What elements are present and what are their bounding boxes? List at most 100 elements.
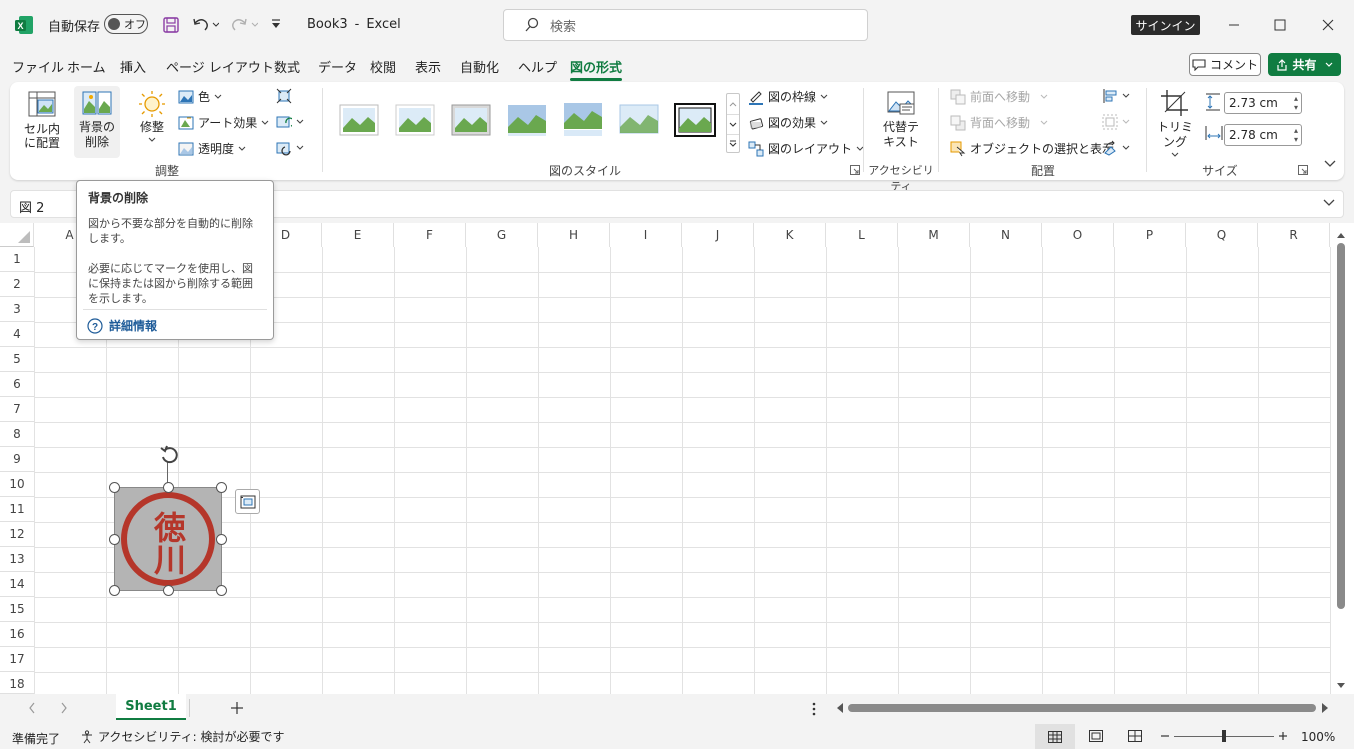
- color-button[interactable]: 色: [178, 88, 222, 105]
- minimize-button[interactable]: [1211, 8, 1257, 42]
- row-header[interactable]: 14: [0, 572, 34, 597]
- layout-options-button[interactable]: [235, 489, 260, 514]
- column-header[interactable]: P: [1114, 223, 1186, 247]
- rotate-button[interactable]: [1102, 140, 1130, 156]
- tab-file[interactable]: ファイル: [12, 57, 64, 76]
- scroll-down-icon[interactable]: [1337, 683, 1345, 689]
- picture-style-1[interactable]: [338, 103, 380, 137]
- selection-pane-button[interactable]: オブジェクトの選択と表示: [950, 140, 1114, 157]
- row-header[interactable]: 4: [0, 322, 34, 347]
- resize-handle[interactable]: [216, 482, 227, 493]
- customize-qat-icon[interactable]: [270, 17, 282, 31]
- column-header[interactable]: N: [970, 223, 1042, 247]
- column-header[interactable]: J: [682, 223, 754, 247]
- comment-button[interactable]: コメント: [1189, 53, 1261, 76]
- picture-style-5[interactable]: [562, 103, 604, 137]
- picture-style-4[interactable]: [506, 103, 548, 137]
- undo-icon[interactable]: [191, 15, 219, 33]
- row-header[interactable]: 16: [0, 622, 34, 647]
- close-button[interactable]: [1305, 8, 1351, 42]
- zoom-out-icon[interactable]: [1160, 730, 1170, 742]
- zoom-slider-thumb[interactable]: [1222, 730, 1226, 742]
- gallery-scroll[interactable]: [726, 93, 740, 153]
- column-header[interactable]: I: [610, 223, 682, 247]
- height-spinner-icon[interactable]: ▴ ▾: [1294, 94, 1298, 112]
- resize-handle[interactable]: [216, 585, 227, 596]
- resize-handle[interactable]: [109, 482, 120, 493]
- column-header[interactable]: Q: [1186, 223, 1258, 247]
- width-spinner-icon[interactable]: ▴ ▾: [1294, 126, 1298, 144]
- crop-button[interactable]: トリミング: [1152, 86, 1198, 157]
- resize-handle[interactable]: [163, 585, 174, 596]
- picture-style-2[interactable]: [394, 103, 436, 137]
- tab-view[interactable]: 表示: [415, 57, 441, 76]
- collapse-ribbon-icon[interactable]: [1324, 160, 1336, 168]
- select-all-corner[interactable]: [0, 223, 34, 247]
- column-header[interactable]: R: [1258, 223, 1330, 247]
- picture-effects-button[interactable]: 図の効果: [748, 114, 828, 131]
- sheet-tab-active[interactable]: Sheet1: [116, 694, 186, 720]
- normal-view-button[interactable]: [1035, 724, 1075, 749]
- hscroll-right-icon[interactable]: [1321, 703, 1329, 713]
- resize-handle[interactable]: [109, 534, 120, 545]
- save-icon[interactable]: [162, 16, 180, 34]
- row-header[interactable]: 3: [0, 297, 34, 322]
- signin-button[interactable]: サインイン: [1131, 15, 1200, 35]
- vertical-scrollbar[interactable]: [1334, 229, 1348, 694]
- place-in-cell-button[interactable]: セル内 に配置: [18, 86, 66, 156]
- autosave-toggle[interactable]: オフ: [104, 14, 148, 34]
- width-field[interactable]: 2.78 cm ▴ ▾: [1224, 124, 1302, 146]
- remove-background-button[interactable]: 背景の 削除: [74, 86, 120, 158]
- column-header[interactable]: L: [826, 223, 898, 247]
- row-header[interactable]: 9: [0, 447, 34, 472]
- tab-automate[interactable]: 自動化: [460, 57, 499, 76]
- column-header[interactable]: H: [538, 223, 610, 247]
- zoom-in-icon[interactable]: [1278, 730, 1288, 742]
- group-objects-button[interactable]: [1102, 114, 1130, 130]
- tab-data[interactable]: データ: [318, 57, 357, 76]
- picture-border-button[interactable]: 図の枠線: [748, 88, 828, 105]
- gallery-up-icon[interactable]: [727, 94, 739, 114]
- column-header[interactable]: K: [754, 223, 826, 247]
- page-layout-view-icon[interactable]: [1089, 730, 1103, 742]
- horizontal-scroll-thumb[interactable]: [848, 704, 1316, 712]
- zoom-level[interactable]: 100%: [1301, 730, 1335, 744]
- gallery-more-icon[interactable]: [727, 134, 739, 152]
- rotate-handle-icon[interactable]: [158, 445, 180, 465]
- height-field[interactable]: 2.73 cm ▴ ▾: [1224, 92, 1302, 114]
- tab-review[interactable]: 校閲: [370, 57, 396, 76]
- row-header[interactable]: 11: [0, 497, 34, 522]
- row-header[interactable]: 8: [0, 422, 34, 447]
- row-header[interactable]: 10: [0, 472, 34, 497]
- search-box[interactable]: 検索: [503, 9, 868, 41]
- styles-launcher-icon[interactable]: [850, 165, 860, 175]
- seal-picture[interactable]: 徳川: [114, 487, 222, 591]
- send-backward-button[interactable]: 背面へ移動: [950, 114, 1048, 131]
- bring-forward-button[interactable]: 前面へ移動: [950, 88, 1048, 105]
- alt-text-button[interactable]: 代替テ キスト: [876, 86, 926, 156]
- row-header[interactable]: 6: [0, 372, 34, 397]
- tab-help[interactable]: ヘルプ: [518, 57, 557, 76]
- row-header[interactable]: 17: [0, 647, 34, 672]
- row-header[interactable]: 18: [0, 672, 34, 694]
- next-sheet-icon[interactable]: [60, 702, 68, 714]
- gallery-down-icon[interactable]: [727, 114, 739, 134]
- hscroll-left-icon[interactable]: [836, 703, 844, 713]
- tab-page-layout[interactable]: ページ レイアウト: [166, 57, 274, 76]
- column-header[interactable]: M: [898, 223, 970, 247]
- share-button[interactable]: 共有: [1268, 53, 1341, 76]
- picture-style-3[interactable]: [450, 103, 492, 137]
- page-break-view-icon[interactable]: [1128, 730, 1142, 742]
- row-header[interactable]: 2: [0, 272, 34, 297]
- transparency-button[interactable]: 透明度: [178, 140, 246, 157]
- tooltip-learn-more-link[interactable]: ? 詳細情報: [87, 317, 157, 334]
- column-header[interactable]: F: [394, 223, 466, 247]
- accessibility-status[interactable]: アクセシビリティ: 検討が必要です: [80, 728, 285, 745]
- formula-expand-icon[interactable]: [1323, 199, 1335, 207]
- resize-handle[interactable]: [216, 534, 227, 545]
- scroll-thumb[interactable]: [1337, 243, 1345, 609]
- picture-style-6[interactable]: [618, 103, 660, 137]
- add-sheet-icon[interactable]: [230, 701, 244, 715]
- column-header[interactable]: O: [1042, 223, 1114, 247]
- resize-handle[interactable]: [163, 482, 174, 493]
